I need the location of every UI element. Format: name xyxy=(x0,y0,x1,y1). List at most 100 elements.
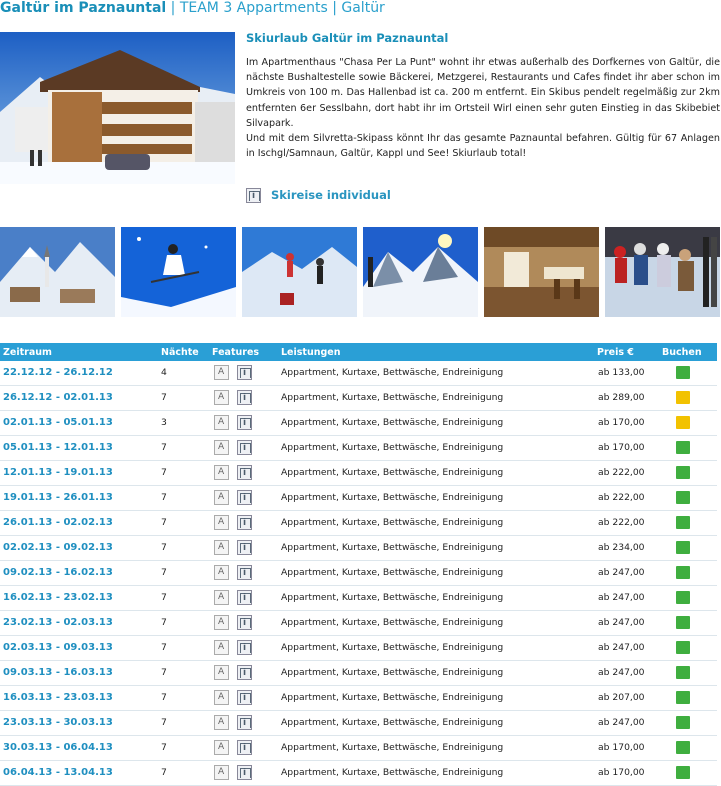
gallery-photo-dining-room[interactable] xyxy=(484,227,599,317)
book-status-button[interactable] xyxy=(676,441,690,454)
book-status-button[interactable] xyxy=(676,616,690,629)
row-zeitraum-link[interactable]: 22.12.12 - 26.12.12 xyxy=(3,367,113,378)
table-row: 16.03.13 - 23.03.13 7 Appartment, Kurtaxe,… xyxy=(0,686,717,711)
apartment-feature-icon[interactable] xyxy=(214,615,229,630)
gallery-photo-mountains[interactable] xyxy=(363,227,478,317)
info-feature-icon[interactable] xyxy=(237,640,252,655)
intro-paragraph: Im Apartmenthaus "Chasa Per La Punt" woh… xyxy=(246,57,720,129)
apartment-feature-icon[interactable] xyxy=(214,415,229,430)
row-zeitraum-link[interactable]: 16.02.13 - 23.02.13 xyxy=(3,592,113,603)
column-header-naechte: Nächte xyxy=(161,347,199,358)
apartment-feature-icon[interactable] xyxy=(214,740,229,755)
book-status-button[interactable] xyxy=(676,716,690,729)
apartment-feature-icon[interactable] xyxy=(214,440,229,455)
row-zeitraum-link[interactable]: 06.04.13 - 13.04.13 xyxy=(3,767,113,778)
info-feature-icon[interactable] xyxy=(237,515,252,530)
row-zeitraum-link[interactable]: 02.03.13 - 09.03.13 xyxy=(3,642,113,653)
row-leistungen: Appartment, Kurtaxe, Bettwäsche, Endrein… xyxy=(281,742,504,753)
row-naechte: 7 xyxy=(161,442,167,453)
book-status-button[interactable] xyxy=(676,416,690,429)
gallery-photo-skiers-group[interactable] xyxy=(605,227,720,317)
info-feature-icon[interactable] xyxy=(237,365,252,380)
row-naechte: 7 xyxy=(161,467,167,478)
info-feature-icon[interactable] xyxy=(237,390,252,405)
row-leistungen: Appartment, Kurtaxe, Bettwäsche, Endrein… xyxy=(281,767,504,778)
table-body: 22.12.12 - 26.12.12 4 Appartment, Kurtaxe,… xyxy=(0,361,717,786)
row-preis: ab 247,00 xyxy=(598,567,645,578)
apartment-feature-icon[interactable] xyxy=(214,515,229,530)
info-feature-icon[interactable] xyxy=(237,590,252,605)
book-status-button[interactable] xyxy=(676,691,690,704)
table-row: 30.03.13 - 06.04.13 7 Appartment, Kurtaxe,… xyxy=(0,736,717,761)
skireise-individual-link[interactable]: Skireise individual xyxy=(246,186,391,204)
book-status-button[interactable] xyxy=(676,591,690,604)
apartment-feature-icon[interactable] xyxy=(214,490,229,505)
book-status-button[interactable] xyxy=(676,466,690,479)
info-feature-icon[interactable] xyxy=(237,765,252,780)
table-row: 02.02.13 - 09.02.13 7 Appartment, Kurtaxe,… xyxy=(0,536,717,561)
apartment-feature-icon[interactable] xyxy=(214,465,229,480)
row-leistungen: Appartment, Kurtaxe, Bettwäsche, Endrein… xyxy=(281,367,504,378)
info-feature-icon[interactable] xyxy=(237,465,252,480)
book-status-button[interactable] xyxy=(676,566,690,579)
apartment-feature-icon[interactable] xyxy=(214,390,229,405)
book-status-button[interactable] xyxy=(676,741,690,754)
row-zeitraum-link[interactable]: 26.01.13 - 02.02.13 xyxy=(3,517,113,528)
table-row: 12.01.13 - 19.01.13 7 Appartment, Kurtaxe,… xyxy=(0,461,717,486)
table-row: 05.01.13 - 12.01.13 7 Appartment, Kurtaxe,… xyxy=(0,436,717,461)
info-feature-icon[interactable] xyxy=(237,490,252,505)
apartment-feature-icon[interactable] xyxy=(214,590,229,605)
row-preis: ab 247,00 xyxy=(598,717,645,728)
gallery-photo-skiers-jumping[interactable] xyxy=(242,227,357,317)
row-zeitraum-link[interactable]: 05.01.13 - 12.01.13 xyxy=(3,442,113,453)
row-zeitraum-link[interactable]: 23.02.13 - 02.03.13 xyxy=(3,617,113,628)
info-feature-icon[interactable] xyxy=(237,665,252,680)
gallery-photo-skier-jump[interactable] xyxy=(121,227,236,317)
book-status-button[interactable] xyxy=(676,491,690,504)
gallery-photo-village[interactable] xyxy=(0,227,115,317)
row-zeitraum-link[interactable]: 12.01.13 - 19.01.13 xyxy=(3,467,113,478)
info-feature-icon[interactable] xyxy=(237,565,252,580)
info-feature-icon[interactable] xyxy=(237,440,252,455)
info-feature-icon[interactable] xyxy=(237,715,252,730)
apartment-feature-icon[interactable] xyxy=(214,640,229,655)
apartment-feature-icon[interactable] xyxy=(214,665,229,680)
row-naechte: 7 xyxy=(161,742,167,753)
apartment-feature-icon[interactable] xyxy=(214,765,229,780)
info-feature-icon[interactable] xyxy=(237,615,252,630)
apartment-feature-icon[interactable] xyxy=(214,565,229,580)
row-zeitraum-link[interactable]: 16.03.13 - 23.03.13 xyxy=(3,692,113,703)
book-status-button[interactable] xyxy=(676,391,690,404)
row-zeitraum-link[interactable]: 26.12.12 - 02.01.13 xyxy=(3,392,113,403)
info-feature-icon[interactable] xyxy=(237,540,252,555)
apartment-feature-icon[interactable] xyxy=(214,690,229,705)
book-status-button[interactable] xyxy=(676,541,690,554)
table-row: 06.04.13 - 13.04.13 7 Appartment, Kurtaxe,… xyxy=(0,761,717,786)
apartment-feature-icon[interactable] xyxy=(214,365,229,380)
book-status-button[interactable] xyxy=(676,666,690,679)
row-zeitraum-link[interactable]: 02.02.13 - 09.02.13 xyxy=(3,542,113,553)
photo-gallery xyxy=(0,227,721,317)
apartment-feature-icon[interactable] xyxy=(214,715,229,730)
apartment-feature-icon[interactable] xyxy=(214,540,229,555)
row-zeitraum-link[interactable]: 09.02.13 - 16.02.13 xyxy=(3,567,113,578)
row-zeitraum-link[interactable]: 02.01.13 - 05.01.13 xyxy=(3,417,113,428)
book-status-button[interactable] xyxy=(676,516,690,529)
row-zeitraum-link[interactable]: 30.03.13 - 06.04.13 xyxy=(3,742,113,753)
row-zeitraum-link[interactable]: 23.03.13 - 30.03.13 xyxy=(3,717,113,728)
info-feature-icon[interactable] xyxy=(237,740,252,755)
table-header: Zeitraum Nächte Features Leistungen Prei… xyxy=(0,343,717,361)
row-zeitraum-link[interactable]: 09.03.13 - 16.03.13 xyxy=(3,667,113,678)
row-leistungen: Appartment, Kurtaxe, Bettwäsche, Endrein… xyxy=(281,392,504,403)
row-leistungen: Appartment, Kurtaxe, Bettwäsche, Endrein… xyxy=(281,492,504,503)
info-feature-icon[interactable] xyxy=(237,415,252,430)
column-header-leistungen: Leistungen xyxy=(281,347,341,358)
row-leistungen: Appartment, Kurtaxe, Bettwäsche, Endrein… xyxy=(281,717,504,728)
book-status-button[interactable] xyxy=(676,641,690,654)
book-status-button[interactable] xyxy=(676,766,690,779)
row-preis: ab 170,00 xyxy=(598,417,645,428)
row-zeitraum-link[interactable]: 19.01.13 - 26.01.13 xyxy=(3,492,113,503)
book-status-button[interactable] xyxy=(676,366,690,379)
info-feature-icon[interactable] xyxy=(237,690,252,705)
intro-paragraph: Und mit dem Silvretta-Skipass könnt Ihr … xyxy=(246,133,720,160)
